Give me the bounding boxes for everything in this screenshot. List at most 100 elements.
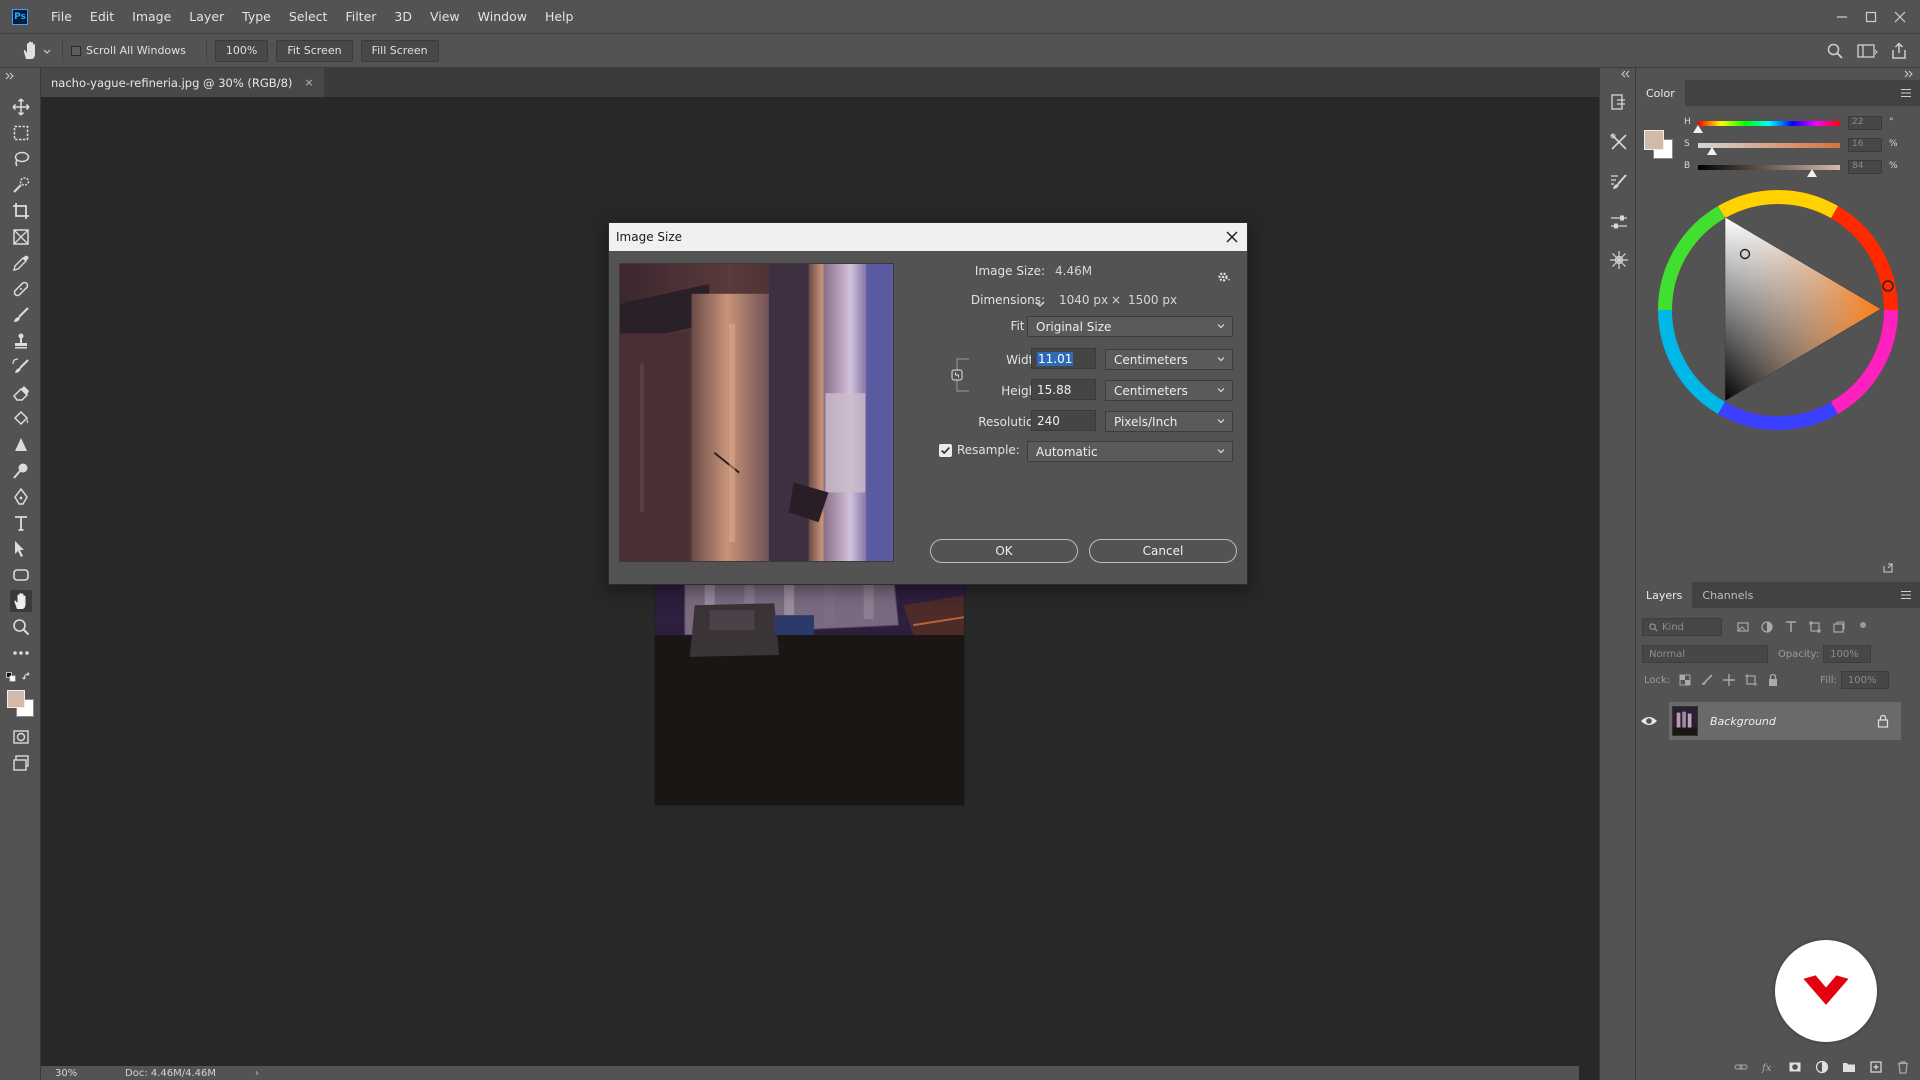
brush-settings-icon[interactable]	[1609, 172, 1629, 192]
lock-transparent-icon[interactable]	[1678, 673, 1692, 687]
dodge-tool-icon[interactable]	[10, 460, 32, 482]
menu-3d[interactable]: 3D	[385, 0, 421, 33]
menu-filter[interactable]: Filter	[336, 0, 385, 33]
menu-help[interactable]: Help	[536, 0, 583, 33]
menu-view[interactable]: View	[421, 0, 469, 33]
tab-layers[interactable]: Layers	[1636, 582, 1693, 608]
pen-tool-icon[interactable]	[10, 486, 32, 508]
close-icon[interactable]	[1224, 229, 1240, 245]
zoom-100-button[interactable]: 100%	[214, 39, 269, 62]
add-mask-icon[interactable]	[1788, 1060, 1802, 1074]
smart-object-filter-icon[interactable]	[1832, 620, 1846, 634]
chevron-down-icon[interactable]	[1033, 298, 1047, 310]
menu-image[interactable]: Image	[123, 0, 180, 33]
maximize-button[interactable]	[1856, 0, 1885, 33]
fill-screen-button[interactable]: Fill Screen	[360, 39, 439, 62]
zoom-tool-icon[interactable]	[10, 616, 32, 638]
menu-edit[interactable]: Edit	[81, 0, 123, 33]
brightness-thumb[interactable]	[1807, 169, 1817, 177]
history-panel-icon[interactable]	[1609, 92, 1629, 112]
panel-menu-icon[interactable]	[1900, 88, 1912, 98]
quick-selection-tool-icon[interactable]	[10, 174, 32, 196]
3d-panel-icon[interactable]	[1609, 250, 1629, 270]
path-selection-tool-icon[interactable]	[10, 538, 32, 560]
cancel-button[interactable]: Cancel	[1089, 539, 1237, 563]
height-unit-select[interactable]: Centimeters	[1105, 380, 1233, 401]
brightness-slider[interactable]: B 84 %	[1684, 160, 1914, 177]
zoom-level[interactable]: 30%	[55, 1068, 125, 1079]
layer-lock-icon[interactable]	[1877, 714, 1889, 728]
document-tab-close-icon[interactable]: ×	[304, 76, 313, 89]
foreground-color-swatch[interactable]	[7, 690, 25, 708]
width-unit-select[interactable]: Centimeters	[1105, 349, 1233, 370]
height-input[interactable]: 15.88	[1031, 379, 1096, 400]
blend-mode-select[interactable]: Normal	[1642, 645, 1768, 663]
menu-file[interactable]: File	[42, 0, 81, 33]
width-input[interactable]: 11.01	[1031, 348, 1096, 369]
menu-select[interactable]: Select	[280, 0, 337, 33]
brightness-track[interactable]	[1698, 165, 1840, 170]
opacity-input[interactable]: 100%	[1823, 645, 1872, 663]
resample-checkbox[interactable]	[939, 444, 952, 457]
adjustments-panel-icon[interactable]	[1609, 212, 1629, 232]
resize-corner-icon[interactable]	[1882, 562, 1894, 574]
hand-tool-preset-icon[interactable]	[20, 40, 54, 62]
layer-name[interactable]: Background	[1710, 715, 1776, 728]
menu-window[interactable]: Window	[469, 0, 536, 33]
more-tools-icon[interactable]	[10, 642, 32, 664]
image-preview[interactable]	[619, 263, 894, 562]
share-icon[interactable]	[1890, 41, 1908, 60]
link-layers-icon[interactable]	[1734, 1060, 1748, 1074]
history-brush-tool-icon[interactable]	[10, 356, 32, 378]
eyedropper-tool-icon[interactable]	[10, 252, 32, 274]
saturation-thumb[interactable]	[1707, 147, 1717, 155]
swap-colors-icon[interactable]	[22, 672, 32, 682]
layer-kind-filter[interactable]: Kind	[1642, 618, 1722, 636]
resample-select[interactable]: Automatic	[1027, 441, 1233, 462]
layer-visibility-eye-icon[interactable]	[1640, 712, 1658, 730]
shape-filter-icon[interactable]	[1808, 620, 1822, 634]
menu-layer[interactable]: Layer	[180, 0, 233, 33]
dialog-titlebar[interactable]: Image Size	[609, 223, 1247, 251]
hand-tool-icon[interactable]	[10, 590, 32, 612]
tab-color[interactable]: Color	[1636, 80, 1685, 106]
marquee-tool-icon[interactable]	[10, 122, 32, 144]
menu-type[interactable]: Type	[233, 0, 280, 33]
clone-stamp-tool-icon[interactable]	[10, 330, 32, 352]
filter-toggle-icon[interactable]	[1856, 620, 1870, 634]
frame-tool-icon[interactable]	[10, 226, 32, 248]
fit-to-select[interactable]: Original Size	[1027, 316, 1233, 337]
move-tool-icon[interactable]	[10, 96, 32, 118]
checkbox-box[interactable]	[71, 45, 81, 56]
healing-brush-tool-icon[interactable]	[10, 278, 32, 300]
saturation-track[interactable]	[1698, 143, 1840, 148]
collapse-left-icon[interactable]	[1620, 70, 1632, 78]
fit-screen-button[interactable]: Fit Screen	[276, 39, 353, 62]
adjustment-filter-icon[interactable]	[1760, 620, 1774, 634]
default-colors-icon[interactable]	[6, 672, 16, 682]
paint-bucket-tool-icon[interactable]	[10, 408, 32, 430]
workspace-icon[interactable]	[1856, 42, 1878, 60]
close-window-button[interactable]	[1885, 0, 1914, 33]
layers-menu-icon[interactable]	[1900, 590, 1912, 600]
gear-icon[interactable]	[1217, 270, 1231, 284]
collapse-toolbar-icon[interactable]	[4, 71, 16, 81]
saturation-slider[interactable]: S 16 %	[1684, 138, 1914, 155]
lock-all-icon[interactable]	[1766, 673, 1780, 687]
pixel-filter-icon[interactable]	[1736, 620, 1750, 634]
tools-preset-icon[interactable]	[1609, 132, 1629, 152]
lock-pixels-icon[interactable]	[1700, 673, 1714, 687]
hue-thumb[interactable]	[1693, 125, 1703, 133]
type-filter-icon[interactable]	[1784, 620, 1798, 634]
hue-track[interactable]	[1698, 121, 1840, 126]
tab-channels[interactable]: Channels	[1692, 582, 1763, 608]
adjustment-layer-icon[interactable]	[1815, 1060, 1829, 1074]
brush-tool-icon[interactable]	[10, 304, 32, 326]
saturation-input[interactable]: 16	[1848, 138, 1882, 152]
hue-input[interactable]: 22	[1848, 116, 1882, 130]
color-wheel[interactable]	[1648, 180, 1908, 440]
lasso-tool-icon[interactable]	[10, 148, 32, 170]
search-icon[interactable]	[1826, 42, 1844, 60]
resolution-input[interactable]: 240	[1031, 410, 1096, 431]
lock-position-icon[interactable]	[1722, 673, 1736, 687]
